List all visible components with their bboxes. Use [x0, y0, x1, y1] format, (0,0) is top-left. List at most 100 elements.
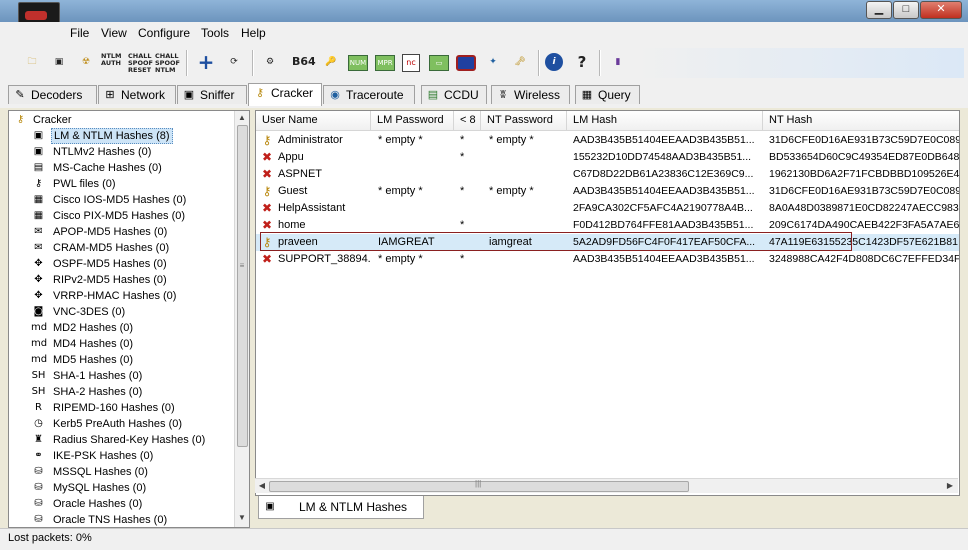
refresh-icon[interactable]: ⟳ [224, 52, 244, 72]
x-mark-icon: ✖ [261, 252, 273, 266]
cracker-tree: ⚷ Cracker ▣ LM & NTLM Hashes (8) ▣ NTLMv2 H… [9, 111, 237, 527]
cell-lm-password: * empty * [378, 253, 423, 265]
cell-nt-hash: BD533654D60C9C49354ED87E0DB648 [769, 151, 959, 163]
menu-configure[interactable]: Configure [138, 26, 190, 40]
tab-wireless[interactable]: ʬ Wireless [491, 85, 570, 104]
apop-icon: ✉ [34, 226, 43, 237]
menu-view[interactable]: View [101, 26, 127, 40]
ripemd-icon: R [35, 402, 42, 413]
scroll-left-icon[interactable]: ◀ [255, 479, 269, 493]
cell-lm-hash: F0D412BD764FFE81AAD3B435B51... [573, 219, 754, 231]
toolbar-separator [186, 50, 188, 76]
ike-psk-icon: ⚭ [34, 450, 43, 461]
tab-sniffer[interactable]: ▣ Sniffer [177, 85, 247, 104]
md4-icon: md [31, 338, 48, 349]
hash-calc-icon[interactable]: NUM [348, 55, 368, 71]
cell-lm-hash: AAD3B435B51404EEAAD3B435B51... [573, 134, 755, 146]
mysql-db-icon: ⛁ [34, 482, 43, 493]
chall-spoof-reset-icon[interactable]: CHALL SPOOF RESET [128, 53, 153, 74]
key-tool-icon[interactable]: 🔑 [321, 52, 341, 72]
table-row[interactable]: ✖ HelpAssistant 2FA9CA302CF5AFC4A2190778A4… [256, 200, 959, 217]
oracle-tns-db-icon: ⛁ [34, 514, 43, 525]
query-icon: ▦ [581, 89, 593, 101]
close-button[interactable]: ✕ [920, 1, 962, 19]
table-row[interactable]: ✖ ASPNET C67D8D22DB61A23836C12E369C9... 196… [256, 166, 959, 183]
chall-spoof-ntlm-icon[interactable]: CHALL SPOOF NTLM [155, 53, 180, 74]
info-icon[interactable]: i [545, 53, 563, 71]
minimize-button[interactable]: ▁ [866, 1, 892, 19]
column-nt-password[interactable]: NT Password [481, 111, 567, 130]
table-row[interactable]: ⚷ Administrator * empty * * * empty * AAD3B43… [256, 132, 959, 149]
menu-help[interactable]: Help [241, 26, 266, 40]
table-row[interactable]: ✖ home * F0D412BD764FFE81AAD3B435B51... 209C… [256, 217, 959, 234]
column-nt-hash[interactable]: NT Hash [763, 111, 959, 130]
terminal-icon[interactable]: ▭ [429, 55, 449, 71]
cracker-key-icon: ⚷ [255, 87, 265, 99]
tab-network[interactable]: ⊞ Network [98, 85, 176, 104]
certificate-icon[interactable]: 🗝 [510, 52, 530, 72]
table-row[interactable]: ✖ Appu * 155232D10DD74548AAD3B435B51... BD53… [256, 149, 959, 166]
hash-table-panel: User Name LM Password < 8 NT Password LM… [255, 110, 960, 496]
column-lm-hash[interactable]: LM Hash [567, 111, 763, 130]
column-user-name[interactable]: User Name [256, 111, 371, 130]
add-icon[interactable]: + [196, 52, 216, 72]
tab-ccdu[interactable]: ▤ CCDU [421, 85, 487, 104]
scroll-up-icon[interactable]: ▲ [235, 111, 249, 125]
status-bar: Lost packets: 0% [0, 528, 968, 550]
status-text: Lost packets: 0% [8, 532, 92, 544]
mpr-icon[interactable]: MPR [375, 55, 395, 71]
table-row[interactable]: ⚷ Guest * empty * * * empty * AAD3B435B51404E… [256, 183, 959, 200]
cisco-pix-icon: ▦ [33, 210, 44, 221]
bottom-tab-lm-ntlm[interactable]: ▣ LM & NTLM Hashes [258, 496, 424, 519]
x-mark-icon: ✖ [261, 218, 273, 232]
scroll-right-icon[interactable]: ▶ [943, 479, 957, 493]
cell-lm-password: * empty * [378, 134, 423, 146]
table-row[interactable]: ✖ SUPPORT_38894... * empty * * AAD3B435B5140… [256, 251, 959, 268]
table-hscrollbar[interactable]: ◀ ||| ▶ [255, 478, 958, 493]
vnc-icon: ◙ [33, 306, 44, 317]
column-lm-password[interactable]: LM Password [371, 111, 454, 130]
cell-nt-hash: 31D6CFE0D16AE931B73C59D7E0C089 [769, 134, 959, 146]
ripv2-arrows-icon: ✥ [34, 274, 43, 285]
md5-icon: md [31, 354, 48, 365]
cell-lm-hash: 5A2AD9FD56FC4F0F417EAF50CFA... [573, 236, 756, 248]
tab-query[interactable]: ▦ Query [575, 85, 640, 104]
scroll-down-icon[interactable]: ▼ [235, 511, 249, 525]
maximize-button[interactable]: □ [893, 1, 919, 19]
tree-scrollbar-thumb[interactable] [237, 125, 248, 447]
cracker-root-key-icon: ⚷ [16, 114, 25, 125]
cell-nt-hash: 31D6CFE0D16AE931B73C59D7E0C089 [769, 185, 959, 197]
ntlm-auth-icon[interactable]: NTLM AUTH [101, 53, 121, 73]
tab-row: ✎ Decoders ⊞ Network ▣ Sniffer ⚷ Cracker ◉ Tr… [0, 82, 968, 108]
menu-file[interactable]: File [70, 26, 89, 40]
network-tool-icon[interactable]: ✦ [483, 52, 503, 72]
cell-lm-password [378, 217, 454, 234]
apr-poison-icon[interactable]: ☢ [76, 52, 96, 72]
ntlmv2-icon: ▣ [33, 146, 44, 157]
screen-icon[interactable] [456, 55, 476, 71]
tab-cracker[interactable]: ⚷ Cracker [248, 83, 322, 106]
cell-lm-hash: C67D8D22DB61A23836C12E369C9... [573, 168, 754, 180]
menu-bar: File View Configure Tools Help [0, 22, 968, 45]
tree-scrollbar[interactable]: ▲ ≡ ▼ [234, 111, 249, 527]
cell-lm-password: * empty * [378, 185, 423, 197]
start-sniffer-icon[interactable]: ▣ [49, 52, 69, 72]
ccdu-icon: ▤ [427, 89, 439, 101]
cell-user-name: Appu [278, 151, 304, 163]
nc-icon[interactable]: nc [402, 54, 420, 72]
open-folder-icon[interactable]: 🗀 [22, 52, 42, 72]
cell-nt-password: * empty * [489, 134, 534, 146]
exit-door-icon[interactable]: ▮ [608, 52, 628, 72]
cell-lt8 [460, 234, 480, 251]
cell-lm-hash: 2FA9CA302CF5AFC4A2190778A4B... [573, 202, 753, 214]
tab-decoders[interactable]: ✎ Decoders [8, 85, 97, 104]
base64-icon[interactable]: B64 [292, 52, 316, 72]
menu-tools[interactable]: Tools [201, 26, 229, 40]
help-icon[interactable]: ? [572, 52, 592, 72]
cracker-tool-icon[interactable]: ⚙ [260, 52, 280, 72]
table-row[interactable]: ⚷ praveen IAMGREAT iamgreat 5A2AD9FD56FC4F0F… [256, 234, 959, 251]
column-lt8[interactable]: < 8 [454, 111, 481, 130]
tab-traceroute[interactable]: ◉ Traceroute [323, 85, 415, 104]
md2-icon: md [31, 322, 48, 333]
cain-window: ▁ □ ✕ File View Configure Tools Help 🗀 ▣… [0, 0, 968, 550]
